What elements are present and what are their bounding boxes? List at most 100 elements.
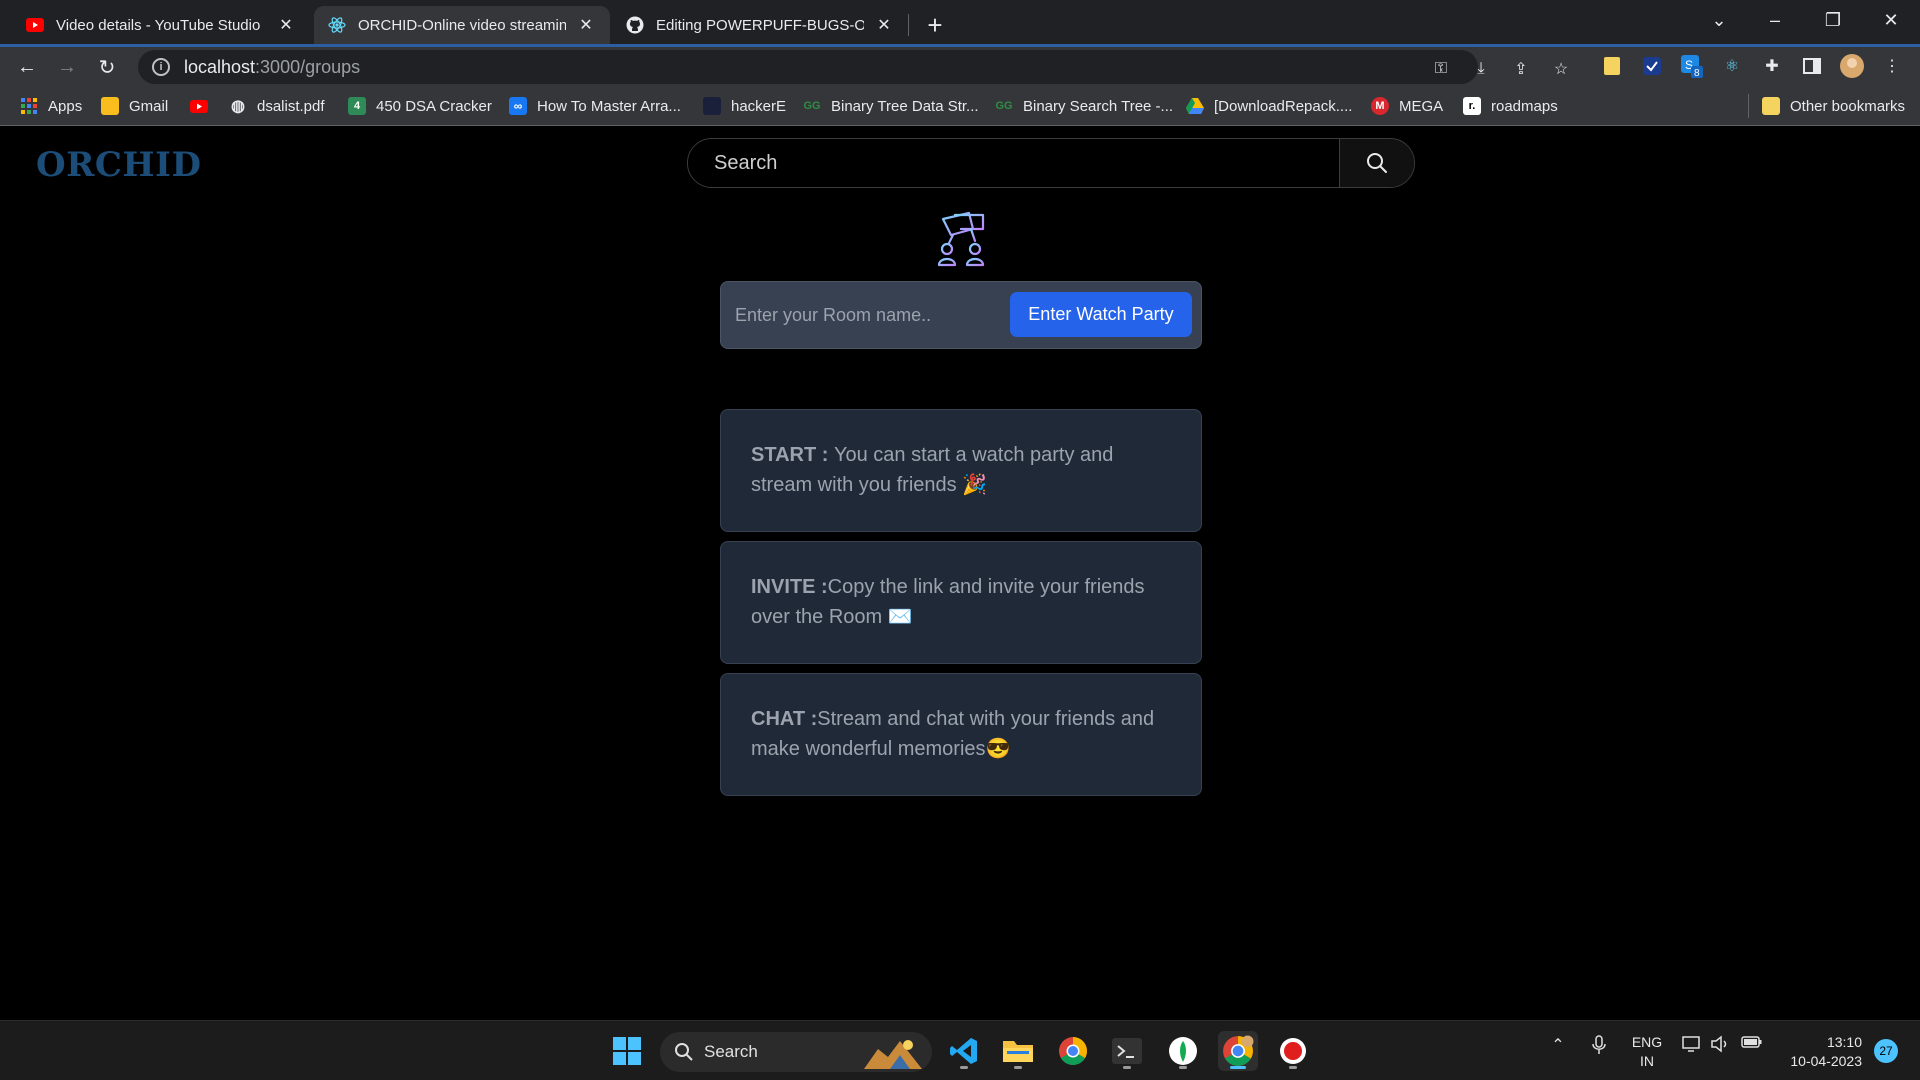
bookmark-other[interactable]: Other bookmarks <box>1762 94 1905 118</box>
tab-search-chevron-icon[interactable]: ⌄ <box>1690 0 1748 40</box>
taskbar-clock[interactable]: 13:10 10-04-2023 <box>1780 1033 1862 1071</box>
profile-avatar[interactable] <box>1840 54 1864 78</box>
tab-github[interactable]: Editing POWERPUFF-BUGS-ORCHID ✕ <box>612 6 908 44</box>
bookmark-mega[interactable]: M MEGA <box>1371 94 1443 118</box>
tab-title: Video details - YouTube Studio <box>56 16 261 34</box>
tab-title: Editing POWERPUFF-BUGS-ORCHID <box>656 16 864 34</box>
tab-youtube-studio[interactable]: Video details - YouTube Studio ✕ <box>12 6 310 44</box>
bookmark-binary-tree[interactable]: GG Binary Tree Data Str... <box>803 94 978 118</box>
bookmark-450-dsa[interactable]: 4 450 DSA Cracker <box>348 94 492 118</box>
site-info-icon[interactable]: i <box>152 58 170 76</box>
bookmark-youtube[interactable] <box>190 94 218 118</box>
extensions-puzzle-icon[interactable]: ✚ <box>1760 54 1784 78</box>
close-tab-icon[interactable]: ✕ <box>276 15 296 35</box>
taskbar-vscode[interactable] <box>944 1031 984 1071</box>
close-tab-icon[interactable]: ✕ <box>576 15 596 35</box>
start-info-card: START : You can start a watch party and … <box>720 409 1202 532</box>
windows-logo-icon <box>613 1037 641 1065</box>
bookmark-master-arrays[interactable]: ∞ How To Master Arra... <box>509 94 681 118</box>
microphone-icon[interactable] <box>1587 1035 1611 1055</box>
bookmark-label: Gmail <box>129 97 169 115</box>
drive-icon <box>1186 97 1204 115</box>
minimize-button[interactable]: – <box>1746 0 1804 40</box>
globe-icon: ◍ <box>231 98 245 115</box>
search-button[interactable] <box>1339 139 1414 187</box>
react-devtools-icon[interactable]: ⚛ <box>1720 54 1744 78</box>
bookmark-star-icon[interactable]: ☆ <box>1550 58 1572 80</box>
tab-separator <box>908 14 909 36</box>
site-search <box>687 138 1415 188</box>
share-icon[interactable]: ⇪ <box>1510 58 1532 80</box>
back-button[interactable]: ← <box>10 51 44 83</box>
tab-orchid[interactable]: ORCHID-Online video streaming ✕ <box>314 6 610 44</box>
card-label: INVITE : <box>751 576 828 598</box>
vscode-icon <box>950 1038 977 1064</box>
bookmark-apps[interactable]: Apps <box>20 94 82 118</box>
bookmark-downloadrepack[interactable]: [DownloadRepack.... <box>1186 94 1352 118</box>
bookmark-roadmaps[interactable]: r. roadmaps <box>1463 94 1558 118</box>
running-indicator <box>1123 1066 1131 1069</box>
record-icon <box>1280 1038 1306 1064</box>
reload-button[interactable]: ↻ <box>90 51 124 83</box>
skype-extension-icon[interactable]: S8 <box>1680 54 1704 78</box>
invite-info-card: INVITE :Copy the link and invite your fr… <box>720 541 1202 664</box>
show-hidden-icons-chevron-icon[interactable]: ⌃ <box>1546 1035 1570 1055</box>
card-label: CHAT : <box>751 708 818 730</box>
infinity-icon: ∞ <box>509 97 527 115</box>
bookmark-binary-search-tree[interactable]: GG Binary Search Tree -... <box>995 94 1173 118</box>
todo-extension-icon[interactable] <box>1640 54 1664 78</box>
url-text[interactable]: localhost:3000/groups <box>184 57 360 78</box>
youtube-icon <box>190 97 208 115</box>
svg-text:8: 8 <box>1694 68 1700 78</box>
chrome-profile-icon <box>1223 1035 1254 1066</box>
restore-button[interactable]: ❐ <box>1804 0 1862 40</box>
room-name-input[interactable] <box>729 292 989 338</box>
start-button[interactable] <box>607 1031 647 1071</box>
network-icon[interactable] <box>1680 1035 1704 1053</box>
search-icon <box>675 1043 693 1061</box>
close-window-button[interactable]: ✕ <box>1862 0 1920 40</box>
bookmarks-separator <box>1748 94 1749 118</box>
notes-extension-icon[interactable] <box>1600 54 1624 78</box>
taskbar-chrome[interactable] <box>1053 1031 1093 1071</box>
search-input[interactable] <box>688 139 1339 187</box>
volume-icon[interactable] <box>1708 1035 1732 1053</box>
taskbar-chrome-profile[interactable] <box>1218 1031 1258 1071</box>
clock-time: 13:10 <box>1826 1034 1862 1050</box>
bookmark-label: MEGA <box>1399 97 1444 115</box>
browser-toolbar: ← → ↻ i localhost:3000/groups ⚿ ⤓ ⇪ ☆ S8… <box>0 44 1920 86</box>
close-tab-icon[interactable]: ✕ <box>874 15 894 35</box>
bookmark-label: dsalist.pdf <box>257 97 325 115</box>
taskbar-search[interactable]: Search <box>660 1032 932 1072</box>
forward-button[interactable]: → <box>50 51 84 83</box>
battery-icon[interactable] <box>1740 1035 1764 1049</box>
brand-logo[interactable]: ORCHID <box>36 145 201 185</box>
notification-badge[interactable]: 27 <box>1874 1039 1898 1063</box>
page-content: ORCHID Enter Watch Party START : You can… <box>3 127 1915 1020</box>
bookmark-hackere[interactable]: hackerE <box>703 94 786 118</box>
bookmark-label: hackerE <box>731 97 787 115</box>
bookmark-gmail[interactable]: Gmail <box>101 94 168 118</box>
watch-party-icon <box>937 211 985 267</box>
running-indicator <box>1179 1066 1187 1069</box>
chrome-menu-icon[interactable]: ⋮ <box>1880 54 1904 78</box>
bookmark-label: Binary Search Tree -... <box>1023 97 1174 115</box>
new-tab-button[interactable]: + <box>918 8 952 42</box>
input-language-indicator[interactable]: ENG IN <box>1630 1033 1664 1071</box>
gfg-icon: GG <box>803 100 821 112</box>
bookmark-label: 450 DSA Cracker <box>376 97 492 115</box>
bookmark-dsalist[interactable]: ◍ dsalist.pdf <box>229 94 325 118</box>
install-app-icon[interactable]: ⤓ <box>1470 58 1492 80</box>
taskbar-terminal[interactable] <box>1107 1031 1147 1071</box>
taskbar-mongodb-compass[interactable] <box>1163 1031 1203 1071</box>
address-bar[interactable]: i localhost:3000/groups ⚿ ⤓ ⇪ ☆ <box>138 50 1568 84</box>
gfg-icon: GG <box>995 100 1013 112</box>
taskbar-file-explorer[interactable] <box>998 1031 1038 1071</box>
hackere-icon <box>703 97 721 115</box>
password-key-icon[interactable]: ⚿ <box>1430 58 1452 80</box>
side-panel-icon[interactable] <box>1800 54 1824 78</box>
bookmark-label: How To Master Arra... <box>537 97 681 115</box>
taskbar-screen-recorder[interactable] <box>1273 1031 1313 1071</box>
enter-watch-party-button[interactable]: Enter Watch Party <box>1010 292 1192 337</box>
react-icon <box>328 16 346 34</box>
